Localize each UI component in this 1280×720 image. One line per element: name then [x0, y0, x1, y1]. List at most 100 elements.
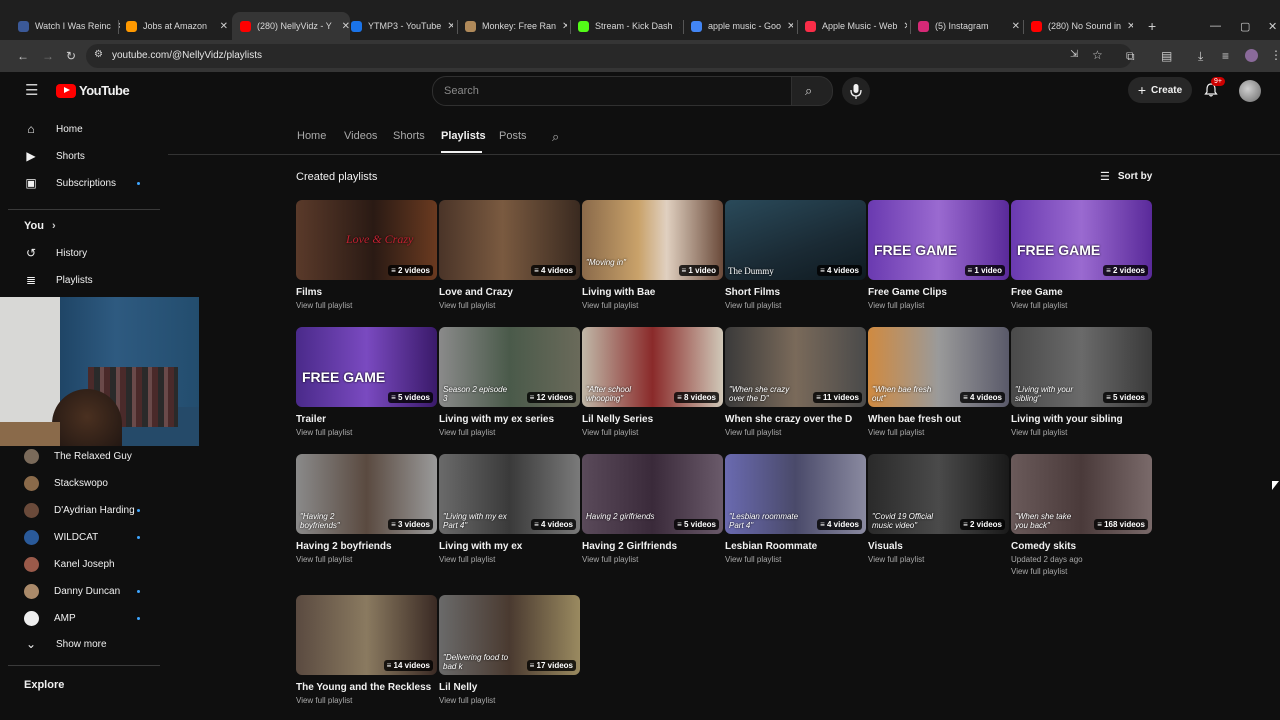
sidebar-item-shorts[interactable]: ▶ Shorts: [24, 147, 85, 165]
tab-home[interactable]: Home: [297, 130, 326, 142]
voice-search-button[interactable]: [842, 77, 870, 105]
view-full-playlist-link[interactable]: View full playlist: [439, 428, 580, 437]
download-icon[interactable]: ⤓: [1198, 50, 1203, 62]
playlist-thumbnail[interactable]: FREE GAME ≡ 5 videos: [296, 327, 437, 407]
reload-icon[interactable]: ↻: [66, 50, 76, 62]
playlist-title[interactable]: When she crazy over the D: [725, 414, 866, 425]
tab-close-icon[interactable]: ✕: [897, 21, 907, 32]
bookmark-star-icon[interactable]: ☆: [1092, 49, 1103, 61]
new-tab-icon[interactable]: +: [1148, 19, 1156, 33]
playlist-title[interactable]: Lesbian Roommate: [725, 541, 866, 552]
playlist-thumbnail[interactable]: "Living with my ex Part 4" ≡ 4 videos: [439, 454, 580, 534]
tab-close-icon[interactable]: ✕: [673, 21, 680, 32]
more-menu-icon[interactable]: ⋮: [1270, 49, 1280, 61]
hamburger-menu-icon[interactable]: ☰: [25, 83, 38, 98]
sidebar-item-history[interactable]: ↺ History: [24, 244, 87, 262]
browser-tab[interactable]: Apple Music - Web✕: [805, 14, 907, 38]
view-full-playlist-link[interactable]: View full playlist: [868, 428, 1009, 437]
playlist-thumbnail[interactable]: "When she take you back" ≡ 168 videos: [1011, 454, 1152, 534]
playlist-thumbnail[interactable]: FREE GAME ≡ 1 video: [868, 200, 1009, 280]
search-input[interactable]: Search: [432, 76, 792, 106]
create-button[interactable]: + Create: [1128, 77, 1192, 103]
search-button[interactable]: ⌕: [791, 76, 833, 106]
browser-tab[interactable]: Watch I Was Reinc✕: [18, 14, 120, 38]
sidebar-item-playlists[interactable]: ≣ Playlists: [24, 271, 93, 289]
playlist-title[interactable]: Love and Crazy: [439, 287, 580, 298]
view-full-playlist-link[interactable]: View full playlist: [868, 555, 1009, 564]
view-full-playlist-link[interactable]: View full playlist: [725, 428, 866, 437]
back-icon[interactable]: ←: [17, 50, 29, 62]
browser-tab[interactable]: (5) Instagram ✕: [918, 14, 1020, 38]
playlist-title[interactable]: Living with my ex: [439, 541, 580, 552]
sort-by-button[interactable]: ☰ Sort by: [1100, 170, 1152, 183]
playlist-thumbnail[interactable]: "Covid 19 Official music video" ≡ 2 video…: [868, 454, 1009, 534]
media-icon[interactable]: ≡: [1222, 50, 1229, 62]
playlist-thumbnail[interactable]: "After school whooping" ≡ 8 videos: [582, 327, 723, 407]
browser-tab[interactable]: (280) No Sound in ✕: [1031, 14, 1133, 38]
tab-playlists[interactable]: Playlists: [441, 130, 486, 142]
playlist-card[interactable]: "Living with my ex Part 4" ≡ 4 videos Livi…: [439, 454, 580, 564]
browser-tab[interactable]: Stream - Kick Dash✕: [578, 14, 680, 38]
view-full-playlist-link[interactable]: View full playlist: [868, 301, 1009, 310]
subscription-item[interactable]: Kanel Joseph: [24, 555, 115, 573]
subscription-item[interactable]: Danny Duncan: [24, 582, 120, 600]
playlist-card[interactable]: ≡ 14 videos The Young and the Reckless Vie…: [296, 595, 437, 705]
playlist-title[interactable]: Lil Nelly: [439, 682, 580, 693]
playlist-title[interactable]: Having 2 boyfriends: [296, 541, 437, 552]
playlist-thumbnail[interactable]: The Dummy ≡ 4 videos: [725, 200, 866, 280]
playlist-thumbnail[interactable]: ≡ 14 videos: [296, 595, 437, 675]
view-full-playlist-link[interactable]: View full playlist: [1011, 428, 1152, 437]
playlist-card[interactable]: "Lesbian roommate Part 4" ≡ 4 videos Lesbi…: [725, 454, 866, 564]
view-full-playlist-link[interactable]: View full playlist: [439, 696, 580, 705]
playlist-card[interactable]: "After school whooping" ≡ 8 videos Lil Nel…: [582, 327, 723, 437]
browser-tab[interactable]: (280) NellyVidz - Y ✕: [232, 12, 350, 40]
playlist-thumbnail[interactable]: ≡ 4 videos: [439, 200, 580, 280]
playlist-title[interactable]: Living with your sibling: [1011, 414, 1152, 425]
tab-close-icon[interactable]: ✕: [781, 21, 793, 32]
playlist-title[interactable]: Films: [296, 287, 437, 298]
subscription-item[interactable]: D'Aydrian Harding: [24, 501, 135, 519]
playlist-card[interactable]: "Covid 19 Official music video" ≡ 2 video…: [868, 454, 1009, 564]
playlist-title[interactable]: The Young and the Reckless: [296, 682, 437, 693]
playlist-title[interactable]: When bae fresh out: [868, 414, 1009, 425]
view-full-playlist-link[interactable]: View full playlist: [725, 555, 866, 564]
playlist-title[interactable]: Lil Nelly Series: [582, 414, 723, 425]
tab-shorts[interactable]: Shorts: [393, 130, 425, 142]
playlist-card[interactable]: "Living with your sibling" ≡ 5 videos Livi…: [1011, 327, 1152, 437]
playlist-card[interactable]: "Having 2 boyfriends" ≡ 3 videos Having 2 …: [296, 454, 437, 564]
tab-close-icon[interactable]: ✕: [336, 21, 350, 32]
notifications-button[interactable]: 9+: [1203, 77, 1225, 100]
playlist-title[interactable]: Having 2 Girlfriends: [582, 541, 723, 552]
subscription-item[interactable]: The Relaxed Guy: [24, 447, 132, 465]
playlist-thumbnail[interactable]: "Having 2 boyfriends" ≡ 3 videos: [296, 454, 437, 534]
playlist-card[interactable]: "Delivering food to bad k ≡ 17 videos Lil …: [439, 595, 580, 705]
account-avatar[interactable]: [1239, 80, 1261, 102]
playlist-card[interactable]: "Moving in" ≡ 1 video Living with Bae View …: [582, 200, 723, 310]
playlist-card[interactable]: Having 2 girlfriends ≡ 5 videos Having 2 G…: [582, 454, 723, 564]
view-full-playlist-link[interactable]: View full playlist: [439, 555, 580, 564]
playlist-thumbnail[interactable]: "When bae fresh out" ≡ 4 videos: [868, 327, 1009, 407]
browser-tab[interactable]: YTMP3 - YouTube ✕: [351, 14, 453, 38]
playlist-title[interactable]: Living with Bae: [582, 287, 723, 298]
playlist-thumbnail[interactable]: Having 2 girlfriends ≡ 5 videos: [582, 454, 723, 534]
profile-avatar[interactable]: [1245, 49, 1258, 62]
view-full-playlist-link[interactable]: View full playlist: [296, 555, 437, 564]
close-window-icon[interactable]: ✕: [1268, 20, 1277, 33]
playlist-card[interactable]: "When bae fresh out" ≡ 4 videos When bae f…: [868, 327, 1009, 437]
address-bar[interactable]: ⚙ youtube.com/@NellyVidz/playlists ⇲ ☆: [86, 44, 1132, 68]
view-full-playlist-link[interactable]: View full playlist: [582, 555, 723, 564]
view-full-playlist-link[interactable]: View full playlist: [296, 428, 437, 437]
playlist-thumbnail[interactable]: FREE GAME ≡ 2 videos: [1011, 200, 1152, 280]
tab-close-icon[interactable]: ✕: [214, 21, 228, 32]
playlist-title[interactable]: Free Game Clips: [868, 287, 1009, 298]
tab-close-icon[interactable]: ✕: [556, 21, 567, 32]
playlist-card[interactable]: "When she crazy over the D" ≡ 11 videos Wh…: [725, 327, 866, 437]
playlist-card[interactable]: "When she take you back" ≡ 168 videos Come…: [1011, 454, 1152, 576]
youtube-logo[interactable]: YouTube: [56, 83, 130, 98]
playlist-title[interactable]: Trailer: [296, 414, 437, 425]
playlist-card[interactable]: The Dummy ≡ 4 videos Short Films View full …: [725, 200, 866, 310]
playlist-title[interactable]: Visuals: [868, 541, 1009, 552]
playlist-thumbnail[interactable]: "When she crazy over the D" ≡ 11 videos: [725, 327, 866, 407]
extensions-icon[interactable]: ⧉: [1126, 50, 1135, 62]
channel-search-icon[interactable]: ⌕: [552, 130, 559, 143]
